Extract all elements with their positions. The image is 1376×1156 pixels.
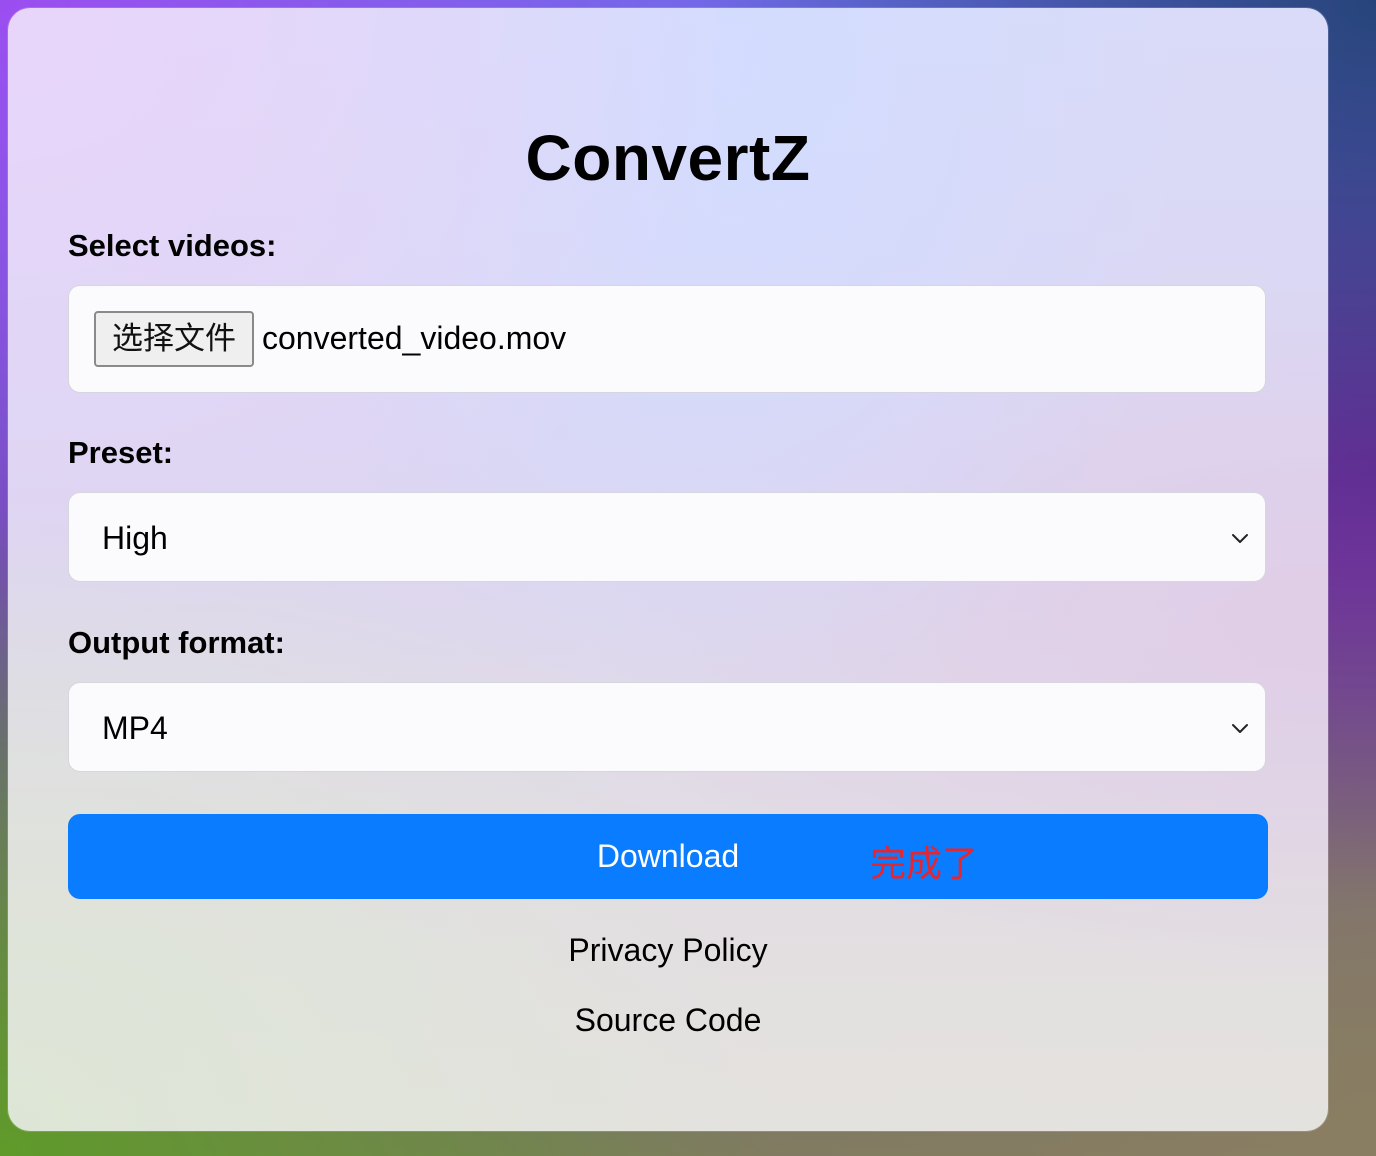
choose-file-button[interactable]: 选择文件 — [94, 311, 254, 367]
preset-label: Preset: — [68, 435, 174, 470]
preset-select[interactable]: High — [68, 492, 1266, 582]
app-title: ConvertZ — [525, 122, 811, 194]
output-format-select[interactable]: MP4 — [68, 682, 1266, 772]
select-videos-label: Select videos: — [68, 228, 277, 263]
chevron-down-icon — [1232, 534, 1248, 543]
format-selected-value: MP4 — [102, 710, 168, 746]
preset-selected-value: High — [102, 520, 168, 556]
file-input-field[interactable]: 选择文件 converted_video.mov — [68, 285, 1266, 393]
source-code-link[interactable]: Source Code — [8, 1000, 1328, 1040]
download-button[interactable]: Download — [68, 814, 1268, 899]
converter-card: ConvertZ Select videos: 选择文件 converted_v… — [8, 8, 1328, 1131]
selected-file-name: converted_video.mov — [262, 320, 567, 356]
privacy-policy-link[interactable]: Privacy Policy — [8, 930, 1328, 970]
chevron-down-icon — [1232, 724, 1248, 733]
completion-annotation: 完成了 — [870, 844, 979, 885]
output-format-label: Output format: — [68, 625, 285, 660]
